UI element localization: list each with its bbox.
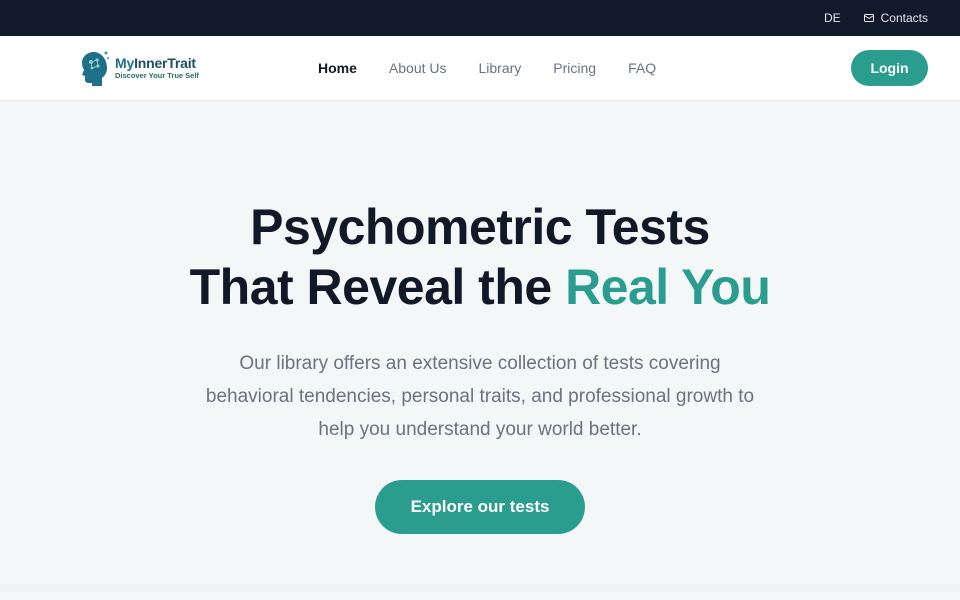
nav-link-home[interactable]: Home	[318, 60, 357, 76]
contacts-label: Contacts	[880, 11, 928, 25]
hero-description: Our library offers an extensive collecti…	[205, 353, 755, 440]
brand-name: MyInnerTrait	[115, 55, 196, 72]
hero-section: Psychometric Tests That Reveal the Real …	[0, 101, 960, 592]
contacts-link[interactable]: Contacts	[863, 11, 928, 25]
brand-tagline: Discover Your True Self	[115, 71, 199, 81]
language-switcher[interactable]: DE	[824, 11, 841, 25]
top-utility-bar: DE Contacts	[0, 0, 960, 36]
nav-link-library[interactable]: Library	[479, 60, 522, 76]
main-navbar: MyInnerTrait Discover Your True Self Hom…	[0, 36, 960, 101]
hero-title-line1: Psychometric Tests	[250, 199, 710, 255]
hero-title-accent: Real You	[565, 259, 771, 315]
login-button[interactable]: Login	[851, 50, 928, 86]
hero-title: Psychometric Tests That Reveal the Real …	[190, 197, 771, 317]
brand-logo[interactable]: MyInnerTrait Discover Your True Self	[77, 49, 199, 87]
nav-link-pricing[interactable]: Pricing	[553, 60, 596, 76]
nav-link-faq[interactable]: FAQ	[628, 60, 656, 76]
mail-icon	[863, 14, 874, 22]
head-profile-icon	[82, 51, 109, 86]
explore-tests-button[interactable]: Explore our tests	[375, 480, 585, 534]
primary-nav: Home About Us Library Pricing FAQ	[318, 36, 656, 100]
hero-title-line2-prefix: That Reveal the	[189, 259, 566, 315]
nav-link-about-us[interactable]: About Us	[389, 60, 447, 76]
